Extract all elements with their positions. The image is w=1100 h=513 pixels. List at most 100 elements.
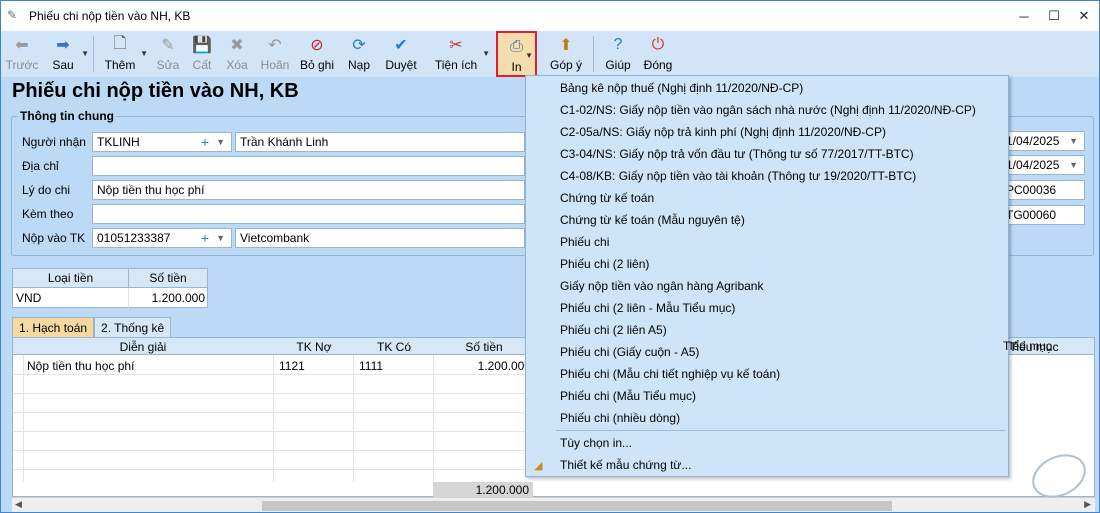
chevron-down-icon[interactable]: ▼ (1069, 136, 1078, 146)
tab-accounting[interactable]: 1. Hạch toán (12, 317, 95, 337)
plus-icon[interactable]: + (201, 230, 209, 246)
utilities-button[interactable]: ✂ Tiện ích ▼ (430, 31, 490, 77)
currency-row[interactable]: VND 1.200.000 (13, 288, 207, 308)
close-button[interactable]: ⏻ Đóng (638, 31, 678, 77)
menu-item[interactable]: C3-04/NS: Giấy nộp trả vốn đầu tư (Thông… (560, 147, 914, 161)
print-button[interactable]: ⎙ In ▼ (496, 31, 537, 77)
save-button[interactable]: 💾 Cất (186, 31, 218, 77)
reload-button[interactable]: ⟳ Nạp (340, 31, 378, 77)
receiver-row: Người nhận TKLINH + ▼ Trần Khánh Linh (22, 132, 525, 152)
attach-field[interactable] (92, 204, 525, 224)
receiver-label: Người nhận (22, 135, 86, 149)
group-legend: Thông tin chung (18, 109, 116, 123)
scroll-right-icon[interactable]: ▶ (1084, 499, 1091, 510)
amount-header: Số tiền (465, 340, 503, 354)
page-title: Phiếu chi nộp tiền vào NH, KB (12, 80, 299, 102)
voucher-number-field[interactable]: PC00036 (1001, 180, 1085, 200)
scroll-left-icon[interactable]: ◀ (15, 499, 22, 510)
reason-field[interactable]: Nộp tiền thu học phí (92, 180, 525, 200)
menu-item[interactable]: Chứng từ kế toán (560, 191, 654, 205)
chevron-down-icon[interactable]: ▼ (1069, 160, 1078, 170)
feedback-icon: ⬆ (559, 37, 573, 54)
amount-cell[interactable]: 1.200.000 (129, 288, 207, 308)
printer-icon: ⎙ (510, 38, 523, 55)
close-window-button[interactable]: ✕ (1069, 1, 1099, 31)
col-divider (433, 355, 434, 482)
menu-item-design-template[interactable]: Thiết kế mẫu chứng từ... (560, 458, 691, 472)
menu-item[interactable]: Giấy nộp tiền vào ngân hàng Agribank (560, 279, 763, 293)
help-icon: ? (613, 36, 623, 53)
help-button[interactable]: ? Giúp (598, 31, 638, 77)
delete-button[interactable]: ✖ Xóa (218, 31, 256, 77)
bank-voucher-number-field[interactable]: TG00060 (1001, 205, 1085, 225)
chevron-down-icon[interactable]: ▼ (81, 49, 89, 58)
receiver-name-field[interactable]: Trần Khánh Linh (235, 132, 525, 152)
menu-item[interactable]: Phiếu chi (2 liên A5) (560, 323, 667, 337)
refresh-icon: ⟳ (352, 37, 366, 54)
design-ruler-icon: ◢ (534, 460, 543, 472)
account-label: Nộp vào TK (22, 231, 86, 245)
feedback-button[interactable]: ⬆ Góp ý (545, 31, 587, 77)
attach-label: Kèm theo (22, 207, 74, 221)
app-icon: ✎ (7, 8, 18, 22)
arrow-right-icon: ➡ (56, 37, 70, 54)
undo-button[interactable]: ↶ Hoãn (256, 31, 294, 77)
toolbar-separator (593, 36, 594, 72)
menu-item[interactable]: C4-08/KB: Giấy nộp tiền vào tài khoản (T… (560, 169, 916, 183)
plus-icon[interactable]: + (201, 134, 209, 150)
attach-row: Kèm theo (22, 204, 525, 224)
row-amount[interactable]: 1.200.000 (435, 359, 531, 373)
menu-item[interactable]: Phiếu chi (Mẫu Tiểu mục) (560, 389, 696, 403)
print-dropdown-menu: Bảng kê nộp thuế (Nghị định 11/2020/NĐ-C… (525, 75, 1009, 477)
posting-date-field[interactable]: 1/04/2025 ▼ (1001, 155, 1085, 175)
address-label: Địa chỉ (22, 159, 59, 173)
menu-item[interactable]: Phiếu chi (Mẫu chi tiết nghiệp vụ kế toá… (560, 367, 780, 381)
menu-item-print-options[interactable]: Tùy chọn in... (560, 436, 632, 450)
chevron-down-icon[interactable]: ▼ (525, 51, 533, 60)
delete-icon: ✖ (230, 37, 244, 54)
title-bar: ✎ Phiếu chi nộp tiền vào NH, KB ─ ☐ ✕ (1, 1, 1099, 31)
row-debit[interactable]: 1121 (279, 359, 305, 373)
menu-item[interactable]: Phiếu chi (Giấy cuộn - A5) (560, 345, 699, 359)
scroll-thumb[interactable] (262, 501, 892, 511)
chevron-down-icon[interactable]: ▼ (216, 137, 225, 147)
col-divider (273, 355, 274, 482)
arrow-left-icon: ⬅ (15, 37, 29, 54)
menu-item[interactable]: Phiếu chi (2 liên - Mẫu Tiểu mục) (560, 301, 735, 315)
back-button[interactable]: ⬅ Trước (1, 31, 43, 77)
edit-button[interactable]: ✎ Sửa (150, 31, 186, 77)
horizontal-scrollbar[interactable]: ◀ ▶ (12, 497, 1095, 512)
unpost-button[interactable]: ⊘ Bỏ ghi (294, 31, 340, 77)
unpost-icon: ⊘ (310, 37, 324, 54)
address-row: Địa chỉ (22, 156, 525, 176)
chevron-down-icon[interactable]: ▼ (482, 49, 490, 58)
forward-button[interactable]: ➡ Sau ▼ (43, 31, 89, 77)
menu-item[interactable]: Phiếu chi (nhiều dòng) (560, 411, 680, 425)
bank-name-field[interactable]: Vietcombank (235, 228, 525, 248)
approve-button[interactable]: ✔ Duyệt (378, 31, 424, 77)
minimize-button[interactable]: ─ (1009, 1, 1039, 31)
checkmark-icon: ✔ (394, 37, 408, 54)
currency-cell[interactable]: VND (13, 288, 129, 308)
app-window: ✎ Phiếu chi nộp tiền vào NH, KB ─ ☐ ✕ ⬅ … (0, 0, 1100, 513)
menu-item[interactable]: Bảng kê nộp thuế (Nghị định 11/2020/NĐ-C… (560, 81, 803, 95)
col-divider (23, 355, 24, 482)
account-number-field[interactable]: 01051233387 + ▼ (92, 228, 232, 248)
menu-item[interactable]: Phiếu chi (560, 235, 609, 249)
menu-item[interactable]: Phiếu chi (2 liên) (560, 257, 649, 271)
menu-item[interactable]: C1-02/NS: Giấy nộp tiền vào ngân sách nh… (560, 103, 976, 117)
address-field[interactable] (92, 156, 525, 176)
menu-item[interactable]: C2-05a/NS: Giấy nộp trả kinh phí (Nghị đ… (560, 125, 886, 139)
power-icon: ⏻ (651, 36, 665, 53)
menu-item[interactable]: Chứng từ kế toán (Mẫu nguyên tệ) (560, 213, 745, 227)
tab-statistics[interactable]: 2. Thống kê (94, 317, 172, 337)
voucher-date-field[interactable]: 1/04/2025 ▼ (1001, 131, 1085, 151)
row-credit[interactable]: 1111 (359, 359, 383, 373)
add-button[interactable]: 🗋 Thêm ▼ (98, 31, 148, 77)
receiver-code-field[interactable]: TKLINH + ▼ (92, 132, 232, 152)
row-desc[interactable]: Nộp tiền thu học phí (27, 359, 134, 373)
maximize-button[interactable]: ☐ (1039, 1, 1069, 31)
chevron-down-icon[interactable]: ▼ (140, 49, 148, 58)
chevron-down-icon[interactable]: ▼ (216, 233, 225, 243)
desc-header: Diễn giải (119, 340, 167, 354)
